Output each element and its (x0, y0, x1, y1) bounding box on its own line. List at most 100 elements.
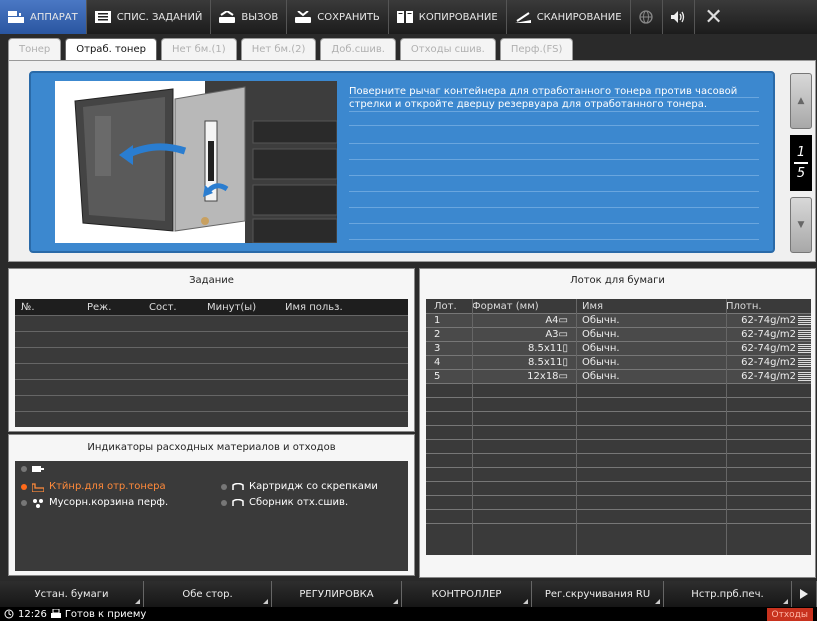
tray-number: 1 (434, 315, 441, 326)
up-arrow-icon: ▲ (797, 96, 805, 106)
more-menu-button[interactable] (792, 581, 817, 607)
job-table[interactable]: №. Реж. Сост. Минут(ы) Имя польз. (15, 299, 408, 427)
text-rule (349, 239, 759, 240)
tray-number: 5 (434, 371, 441, 382)
orientation-icon: ▯ (562, 343, 568, 354)
job-list-label: СПИС. ЗАДАНИЙ (116, 11, 203, 23)
machine-door-illustration (55, 81, 338, 244)
job-list-tab[interactable]: СПИС. ЗАДАНИЙ (87, 0, 212, 34)
job-list-icon (94, 11, 111, 23)
table-row[interactable] (15, 411, 408, 427)
table-row[interactable]: 5 12x18▭ Обычн. 62-74g/m2 (426, 369, 811, 383)
tray-format: 8.5x11▯ (472, 357, 576, 368)
table-row[interactable] (426, 467, 811, 481)
table-row[interactable] (426, 383, 811, 397)
table-row[interactable] (15, 315, 408, 331)
copy-label: КОПИРОВАНИЕ (418, 11, 498, 23)
device-icon (32, 466, 44, 472)
tray-table-header: Лот. Формат (мм) Имя Плотн. (426, 299, 811, 313)
table-row[interactable] (426, 481, 811, 495)
text-rule (349, 159, 759, 160)
orientation-icon: ▯ (562, 357, 568, 368)
paper-name: Обычн. (582, 315, 620, 326)
table-row[interactable] (15, 363, 408, 379)
tray-number: 2 (434, 329, 441, 340)
duplex-button[interactable]: Обе стор. (144, 581, 272, 607)
paper-weight: 62-74g/m2 (741, 371, 796, 382)
paper-weight: 62-74g/m2 (741, 329, 796, 340)
consumable-generic (21, 465, 49, 473)
staple-waste-icon (232, 498, 244, 506)
paper-level-icon (796, 344, 811, 353)
paper-name: Обычн. (582, 371, 620, 382)
scan-icon (514, 12, 531, 23)
page-navigator: ▲ 1 5 ▼ (790, 73, 812, 255)
store-icon (295, 11, 312, 23)
tray-table[interactable]: Лот. Формат (мм) Имя Плотн. 1 A4▭ Обычн. 62… (426, 299, 811, 555)
paper-setting-button[interactable]: Устан. бумаги (0, 581, 144, 607)
table-row[interactable] (15, 395, 408, 411)
table-row[interactable] (426, 411, 811, 425)
table-row[interactable] (426, 397, 811, 411)
speaker-icon (671, 11, 685, 23)
table-row[interactable]: 1 A4▭ Обычн. 62-74g/m2 (426, 313, 811, 327)
copy-tab[interactable]: КОПИРОВАНИЕ (389, 0, 507, 34)
tab-no-paper-1[interactable]: Нет бм.(1) (160, 38, 237, 60)
tab-add-staples[interactable]: Доб.сшив. (320, 38, 396, 60)
test-print-button[interactable]: Нстр.прб.печ. (664, 581, 792, 607)
orientation-icon: ▭ (558, 329, 568, 340)
close-button[interactable]: ✕ (695, 0, 733, 34)
page-total: 5 (796, 166, 806, 181)
curl-adjust-button[interactable]: Рег.скручивания RU (532, 581, 664, 607)
adjustment-button[interactable]: РЕГУЛИРОВКА (272, 581, 402, 607)
waste-warning-badge[interactable]: Отходы (766, 608, 813, 621)
table-row[interactable] (426, 453, 811, 467)
paper-weight: 62-74g/m2 (741, 343, 796, 354)
job-panel-title: Задание (9, 269, 414, 293)
tab-no-paper-2[interactable]: Нет бм.(2) (240, 38, 317, 60)
table-row[interactable] (15, 379, 408, 395)
orientation-icon: ▭ (558, 371, 568, 382)
format-value: 8.5x11 (527, 357, 563, 368)
table-row[interactable] (15, 347, 408, 363)
job-table-header: №. Реж. Сост. Минут(ы) Имя польз. (15, 299, 408, 315)
language-button[interactable] (631, 0, 663, 34)
tab-punch-fs[interactable]: Перф.(FS) (499, 38, 574, 60)
job-panel: Задание №. Реж. Сост. Минут(ы) Имя польз… (8, 268, 415, 432)
machine-tab[interactable]: АППАРАТ (0, 0, 87, 34)
scan-tab[interactable]: СКАНИРОВАНИЕ (507, 0, 631, 34)
table-row[interactable] (426, 425, 811, 439)
table-row[interactable] (426, 439, 811, 453)
table-row[interactable] (426, 495, 811, 509)
table-row[interactable]: 4 8.5x11▯ Обычн. 62-74g/m2 (426, 355, 811, 369)
status-dot-active (21, 483, 27, 490)
tray-panel-title: Лоток для бумаги (420, 269, 815, 293)
col-weight: Плотн. (726, 300, 762, 312)
tab-toner[interactable]: Тонер (8, 38, 62, 60)
store-tab[interactable]: СОХРАНИТЬ (287, 0, 389, 34)
controller-button[interactable]: КОНТРОЛЛЕР (402, 581, 532, 607)
waste-toner-illustration (55, 81, 338, 244)
recall-label: ВЫЗОВ (241, 11, 279, 23)
tray-number: 4 (434, 357, 441, 368)
paper-name: Обычн. (582, 329, 620, 340)
table-row[interactable] (426, 509, 811, 523)
consumable-label: Картридж со скрепками (249, 481, 378, 492)
page-current: 1 (796, 145, 806, 160)
sound-button[interactable] (663, 0, 695, 34)
table-row[interactable] (15, 331, 408, 347)
scan-label: СКАНИРОВАНИЕ (536, 11, 622, 23)
recall-tab[interactable]: ВЫЗОВ (211, 0, 288, 34)
table-row[interactable]: 2 A3▭ Обычн. 62-74g/m2 (426, 327, 811, 341)
tab-waste-toner[interactable]: Отраб. тонер (65, 38, 157, 60)
table-row[interactable]: 3 8.5x11▯ Обычн. 62-74g/m2 (426, 341, 811, 355)
printer-icon (50, 609, 61, 618)
waste-label: Отходы (771, 609, 809, 620)
page-down-button[interactable]: ▼ (790, 197, 812, 253)
page-indicator: 1 5 (790, 135, 812, 191)
tray-format: A3▭ (472, 329, 576, 340)
table-row[interactable] (426, 523, 811, 537)
tab-staple-waste[interactable]: Отходы сшив. (399, 38, 496, 60)
page-divider (794, 162, 808, 164)
page-up-button[interactable]: ▲ (790, 73, 812, 129)
